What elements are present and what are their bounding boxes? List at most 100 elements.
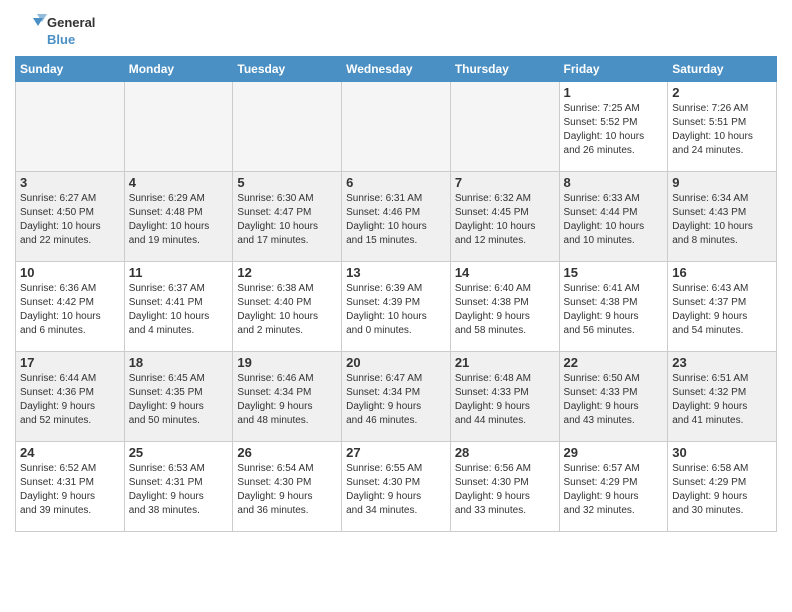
calendar-cell: [124, 82, 233, 172]
week-row-5: 24 Sunrise: 6:52 AM Sunset: 4:31 PM Dayli…: [16, 442, 777, 532]
page-header: General Blue: [15, 10, 777, 50]
day-number: 18: [129, 355, 229, 370]
day-info: Sunrise: 6:55 AM Sunset: 4:30 PM Dayligh…: [346, 462, 446, 518]
day-info: Sunrise: 6:31 AM Sunset: 4:46 PM Dayligh…: [346, 192, 446, 248]
calendar-cell: [16, 82, 125, 172]
day-number: 29: [564, 445, 664, 460]
header-tuesday: Tuesday: [233, 57, 342, 82]
day-number: 10: [20, 265, 120, 280]
calendar-cell: 24 Sunrise: 6:52 AM Sunset: 4:31 PM Dayli…: [16, 442, 125, 532]
calendar-cell: 27 Sunrise: 6:55 AM Sunset: 4:30 PM Dayli…: [342, 442, 451, 532]
day-info: Sunrise: 6:58 AM Sunset: 4:29 PM Dayligh…: [672, 462, 772, 518]
day-number: 30: [672, 445, 772, 460]
day-number: 21: [455, 355, 555, 370]
day-info: Sunrise: 6:30 AM Sunset: 4:47 PM Dayligh…: [237, 192, 337, 248]
header-row: SundayMondayTuesdayWednesdayThursdayFrid…: [16, 57, 777, 82]
calendar-cell: 28 Sunrise: 6:56 AM Sunset: 4:30 PM Dayli…: [450, 442, 559, 532]
day-number: 14: [455, 265, 555, 280]
day-number: 19: [237, 355, 337, 370]
calendar-cell: 5 Sunrise: 6:30 AM Sunset: 4:47 PM Daylig…: [233, 172, 342, 262]
calendar-cell: 13 Sunrise: 6:39 AM Sunset: 4:39 PM Dayli…: [342, 262, 451, 352]
day-info: Sunrise: 7:25 AM Sunset: 5:52 PM Dayligh…: [564, 102, 664, 158]
calendar-cell: 8Sunrise: 6:33 AM Sunset: 4:44 PM Daylig…: [559, 172, 668, 262]
calendar-cell: 22Sunrise: 6:50 AM Sunset: 4:33 PM Dayli…: [559, 352, 668, 442]
day-info: Sunrise: 6:47 AM Sunset: 4:34 PM Dayligh…: [346, 372, 446, 428]
day-number: 25: [129, 445, 229, 460]
day-info: Sunrise: 6:34 AM Sunset: 4:43 PM Dayligh…: [672, 192, 772, 248]
day-number: 1: [564, 85, 664, 100]
day-info: Sunrise: 6:32 AM Sunset: 4:45 PM Dayligh…: [455, 192, 555, 248]
day-number: 15: [564, 265, 664, 280]
day-number: 12: [237, 265, 337, 280]
week-row-4: 17 Sunrise: 6:44 AM Sunset: 4:36 PM Dayli…: [16, 352, 777, 442]
calendar-cell: 6 Sunrise: 6:31 AM Sunset: 4:46 PM Daylig…: [342, 172, 451, 262]
calendar-cell: 4 Sunrise: 6:29 AM Sunset: 4:48 PM Daylig…: [124, 172, 233, 262]
calendar-cell: 11Sunrise: 6:37 AM Sunset: 4:41 PM Dayli…: [124, 262, 233, 352]
header-friday: Friday: [559, 57, 668, 82]
calendar-cell: [342, 82, 451, 172]
calendar-cell: [450, 82, 559, 172]
day-info: Sunrise: 6:45 AM Sunset: 4:35 PM Dayligh…: [129, 372, 229, 428]
day-info: Sunrise: 6:51 AM Sunset: 4:32 PM Dayligh…: [672, 372, 772, 428]
week-row-3: 10 Sunrise: 6:36 AM Sunset: 4:42 PM Dayli…: [16, 262, 777, 352]
day-number: 3: [20, 175, 120, 190]
day-number: 7: [455, 175, 555, 190]
logo: General Blue: [15, 14, 95, 50]
day-info: Sunrise: 6:56 AM Sunset: 4:30 PM Dayligh…: [455, 462, 555, 518]
week-row-2: 3 Sunrise: 6:27 AM Sunset: 4:50 PM Daylig…: [16, 172, 777, 262]
day-number: 2: [672, 85, 772, 100]
logo-graphic: [15, 14, 47, 50]
calendar-cell: 29Sunrise: 6:57 AM Sunset: 4:29 PM Dayli…: [559, 442, 668, 532]
day-number: 5: [237, 175, 337, 190]
header-wednesday: Wednesday: [342, 57, 451, 82]
calendar-cell: 17 Sunrise: 6:44 AM Sunset: 4:36 PM Dayli…: [16, 352, 125, 442]
calendar-cell: 21Sunrise: 6:48 AM Sunset: 4:33 PM Dayli…: [450, 352, 559, 442]
calendar-cell: 23 Sunrise: 6:51 AM Sunset: 4:32 PM Dayli…: [668, 352, 777, 442]
calendar-cell: 1 Sunrise: 7:25 AM Sunset: 5:52 PM Daylig…: [559, 82, 668, 172]
calendar-cell: 2 Sunrise: 7:26 AM Sunset: 5:51 PM Daylig…: [668, 82, 777, 172]
calendar-cell: 26 Sunrise: 6:54 AM Sunset: 4:30 PM Dayli…: [233, 442, 342, 532]
header-saturday: Saturday: [668, 57, 777, 82]
calendar-cell: 14Sunrise: 6:40 AM Sunset: 4:38 PM Dayli…: [450, 262, 559, 352]
day-number: 27: [346, 445, 446, 460]
day-number: 11: [129, 265, 229, 280]
calendar-cell: 25Sunrise: 6:53 AM Sunset: 4:31 PM Dayli…: [124, 442, 233, 532]
calendar-cell: 3 Sunrise: 6:27 AM Sunset: 4:50 PM Daylig…: [16, 172, 125, 262]
day-number: 13: [346, 265, 446, 280]
day-number: 28: [455, 445, 555, 460]
day-number: 6: [346, 175, 446, 190]
calendar-cell: 20 Sunrise: 6:47 AM Sunset: 4:34 PM Dayli…: [342, 352, 451, 442]
calendar-cell: 19 Sunrise: 6:46 AM Sunset: 4:34 PM Dayli…: [233, 352, 342, 442]
calendar-cell: 15 Sunrise: 6:41 AM Sunset: 4:38 PM Dayli…: [559, 262, 668, 352]
calendar-cell: 12 Sunrise: 6:38 AM Sunset: 4:40 PM Dayli…: [233, 262, 342, 352]
week-row-1: 1 Sunrise: 7:25 AM Sunset: 5:52 PM Daylig…: [16, 82, 777, 172]
day-info: Sunrise: 6:41 AM Sunset: 4:38 PM Dayligh…: [564, 282, 664, 338]
day-info: Sunrise: 6:50 AM Sunset: 4:33 PM Dayligh…: [564, 372, 664, 428]
day-number: 26: [237, 445, 337, 460]
calendar-cell: 30 Sunrise: 6:58 AM Sunset: 4:29 PM Dayli…: [668, 442, 777, 532]
day-number: 9: [672, 175, 772, 190]
day-number: 17: [20, 355, 120, 370]
day-info: Sunrise: 7:26 AM Sunset: 5:51 PM Dayligh…: [672, 102, 772, 158]
calendar-cell: 18 Sunrise: 6:45 AM Sunset: 4:35 PM Dayli…: [124, 352, 233, 442]
day-info: Sunrise: 6:39 AM Sunset: 4:39 PM Dayligh…: [346, 282, 446, 338]
day-number: 16: [672, 265, 772, 280]
day-info: Sunrise: 6:27 AM Sunset: 4:50 PM Dayligh…: [20, 192, 120, 248]
day-info: Sunrise: 6:46 AM Sunset: 4:34 PM Dayligh…: [237, 372, 337, 428]
day-number: 20: [346, 355, 446, 370]
day-info: Sunrise: 6:38 AM Sunset: 4:40 PM Dayligh…: [237, 282, 337, 338]
day-info: Sunrise: 6:29 AM Sunset: 4:48 PM Dayligh…: [129, 192, 229, 248]
header-monday: Monday: [124, 57, 233, 82]
day-number: 24: [20, 445, 120, 460]
day-info: Sunrise: 6:43 AM Sunset: 4:37 PM Dayligh…: [672, 282, 772, 338]
day-info: Sunrise: 6:54 AM Sunset: 4:30 PM Dayligh…: [237, 462, 337, 518]
day-number: 4: [129, 175, 229, 190]
day-info: Sunrise: 6:36 AM Sunset: 4:42 PM Dayligh…: [20, 282, 120, 338]
calendar-cell: [233, 82, 342, 172]
calendar-cell: 9 Sunrise: 6:34 AM Sunset: 4:43 PM Daylig…: [668, 172, 777, 262]
header-sunday: Sunday: [16, 57, 125, 82]
day-number: 23: [672, 355, 772, 370]
calendar-cell: 7 Sunrise: 6:32 AM Sunset: 4:45 PM Daylig…: [450, 172, 559, 262]
day-info: Sunrise: 6:44 AM Sunset: 4:36 PM Dayligh…: [20, 372, 120, 428]
day-info: Sunrise: 6:52 AM Sunset: 4:31 PM Dayligh…: [20, 462, 120, 518]
